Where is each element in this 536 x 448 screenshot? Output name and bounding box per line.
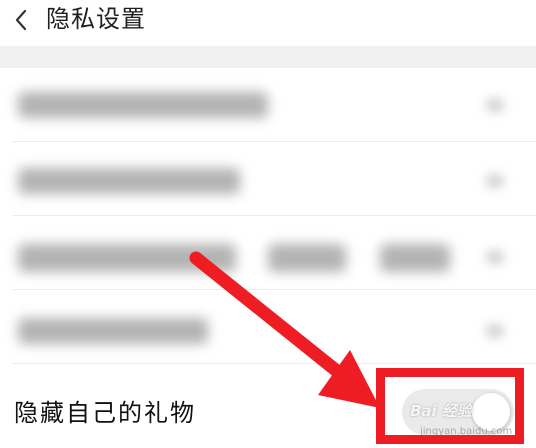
- highlight-box: [376, 368, 524, 444]
- privacy-settings-screen: 隐私设置 隐藏自己的礼物 Bai 经验 jingyan.baidu.com: [0, 0, 536, 448]
